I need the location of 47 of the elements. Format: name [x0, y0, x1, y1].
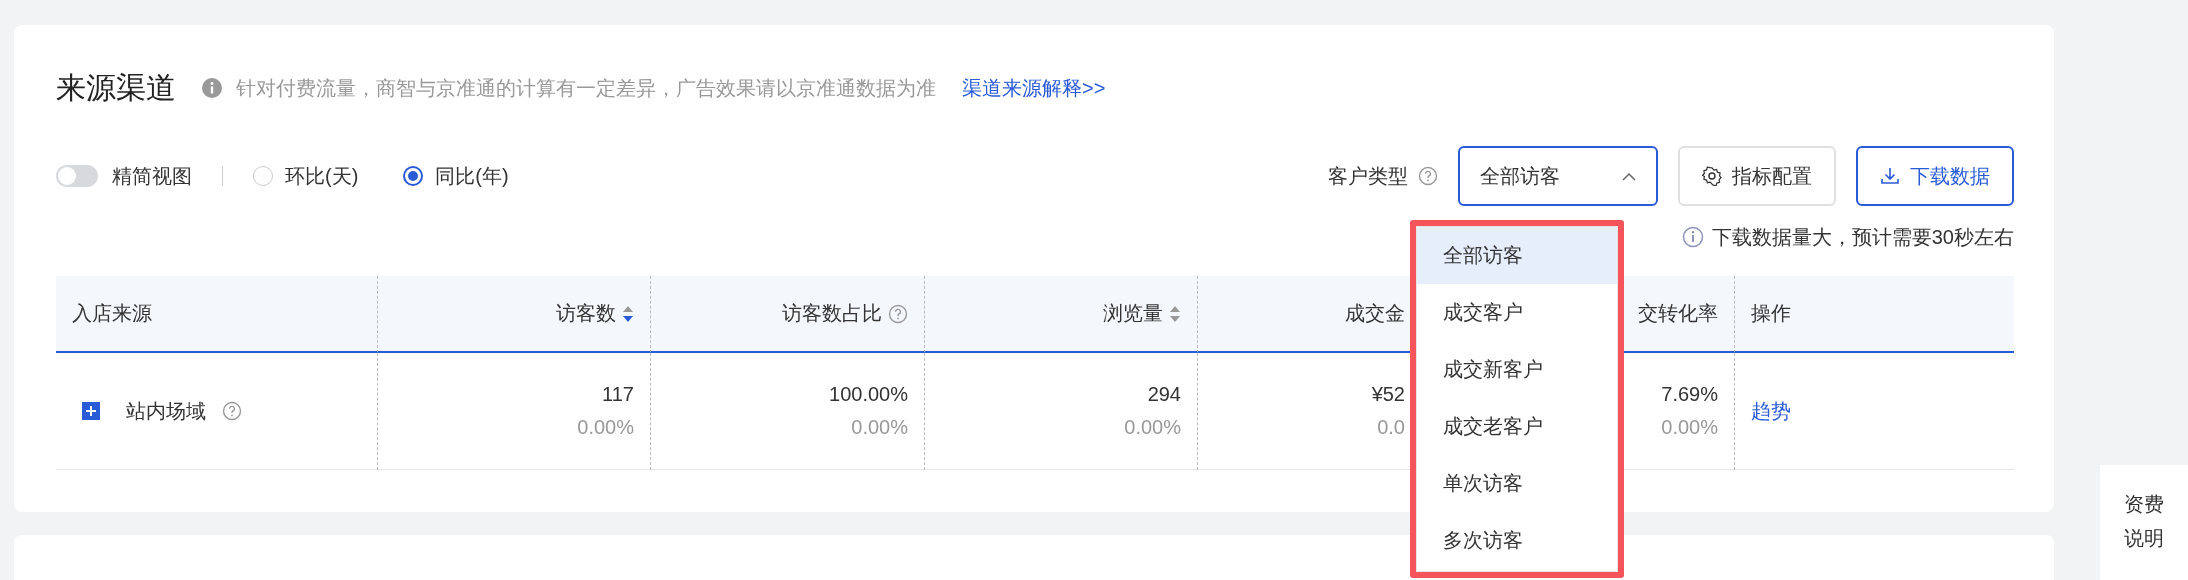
help-icon: [222, 401, 242, 421]
source-name: 站内场域: [126, 398, 206, 424]
download-button[interactable]: 下载数据: [1856, 146, 2014, 206]
cell-change: 0.00%: [1124, 416, 1181, 439]
customer-type-select[interactable]: 全部访客: [1458, 146, 1658, 206]
cell-value: 294: [1147, 383, 1181, 406]
toggle-label: 精简视图: [112, 163, 192, 189]
column-title: 交转化率: [1638, 301, 1718, 326]
sort-icon[interactable]: [622, 304, 634, 323]
cell-value: 100.00%: [829, 383, 908, 406]
customer-type-label: 客户类型: [1328, 163, 1408, 189]
column-title: 操作: [1751, 301, 1791, 326]
notice-text: 针对付费流量，商智与京准通的计算有一定差异，广告效果请以京准通数据为准: [236, 75, 936, 101]
trend-link[interactable]: 趋势: [1751, 397, 1791, 425]
cell-change: 0.00%: [577, 416, 634, 439]
settings-button[interactable]: 指标配置: [1678, 146, 1836, 206]
cell-value: 7.69%: [1661, 383, 1718, 406]
expand-icon[interactable]: [82, 402, 100, 420]
column-title: 成交金: [1345, 301, 1405, 326]
settings-icon: [1702, 166, 1722, 186]
chevron-icon: [1622, 171, 1636, 181]
column-header[interactable]: 浏览量: [925, 276, 1198, 353]
explanation-link[interactable]: 渠道来源解释>>: [962, 74, 1106, 102]
sort-icon[interactable]: [1169, 304, 1181, 323]
download-icon: [1880, 166, 1900, 186]
cell-change: 0.00%: [851, 416, 908, 439]
cell-value: 117: [602, 383, 634, 406]
column-title: 访客数占比: [782, 301, 882, 326]
radio-label: 同比(年): [435, 163, 509, 189]
help-icon: [888, 303, 908, 324]
column-title: 浏览量: [1103, 301, 1163, 326]
section-title: 来源渠道: [56, 69, 176, 106]
info-icon: [1681, 226, 1704, 248]
info-icon: [202, 78, 222, 98]
radio-label: 环比(天): [285, 163, 359, 189]
column-title: 访客数: [556, 301, 616, 326]
cell-change: 0.0: [1377, 416, 1405, 439]
pricing-label[interactable]: 资费说明: [2124, 487, 2166, 555]
column-header[interactable]: 访客数: [378, 276, 651, 353]
cell-change: 0.00%: [1661, 416, 1718, 439]
radio-button[interactable]: [403, 166, 424, 186]
cell-value: ¥52: [1371, 383, 1405, 406]
dropdown-option[interactable]: 全部访客: [1417, 227, 1617, 284]
download-note: 下载数据量大，预计需要30秒左右: [1711, 224, 2014, 250]
help-icon: [1418, 166, 1438, 186]
toggle-switch[interactable]: [56, 165, 98, 187]
column-title: 入店来源: [72, 301, 152, 326]
